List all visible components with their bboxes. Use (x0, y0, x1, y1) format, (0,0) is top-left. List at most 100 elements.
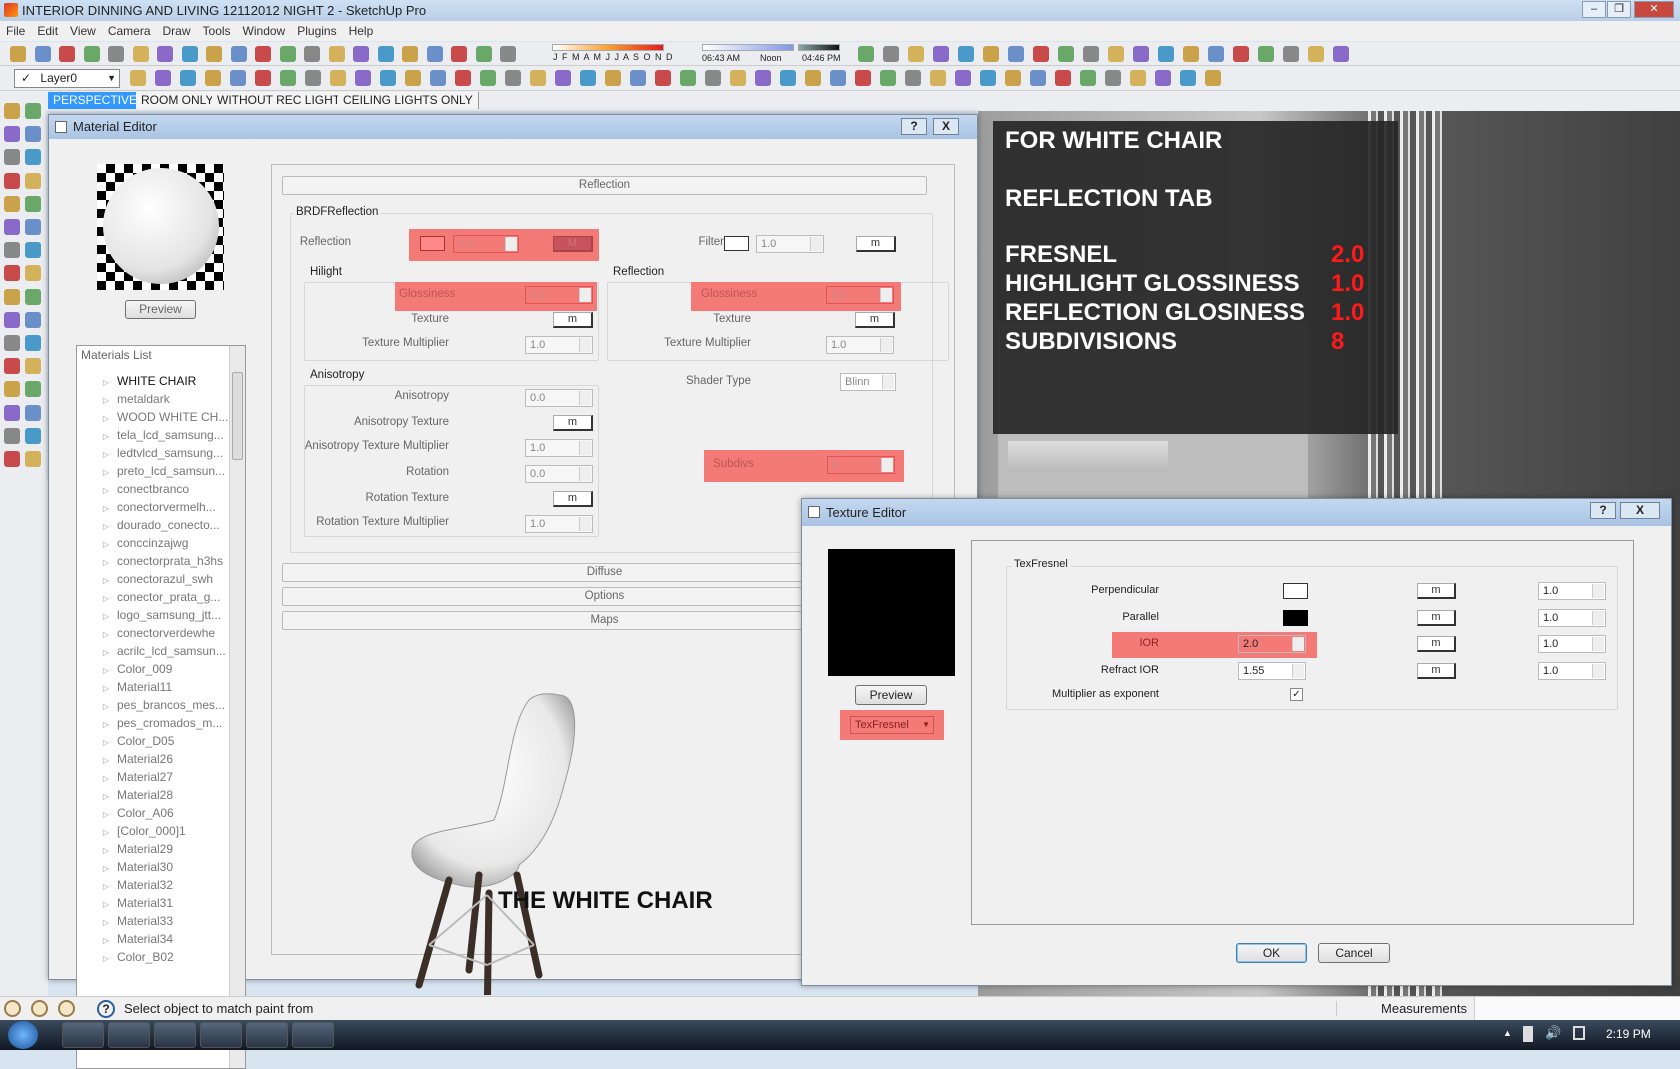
ies-icon[interactable] (1033, 46, 1049, 62)
menu-window[interactable]: Window (243, 24, 286, 38)
tool7-icon[interactable] (1105, 70, 1121, 86)
material-item[interactable]: ▷ logo_samsung_jtt... (97, 607, 221, 624)
material-item[interactable]: ▷ pes_cromados_m... (97, 715, 223, 733)
cancel-button[interactable]: Cancel (1318, 943, 1390, 963)
component-icon[interactable] (25, 103, 41, 119)
help-button[interactable]: ? (901, 118, 927, 135)
credits-icon[interactable] (31, 1000, 48, 1017)
layer-dropdown[interactable]: ✓ Layer0 ▼ (14, 69, 120, 88)
style3-icon[interactable] (505, 70, 521, 86)
time-slider[interactable] (702, 44, 794, 51)
start-button[interactable] (8, 1021, 38, 1049)
style7-icon[interactable] (605, 70, 621, 86)
menu-file[interactable]: File (6, 24, 25, 38)
hilight-glossiness-input[interactable]: 1.0 (525, 286, 593, 304)
param-map-button[interactable]: m (1417, 609, 1456, 626)
spot-light-icon[interactable] (1008, 46, 1024, 62)
expand-triangle-icon[interactable]: ▷ (97, 446, 117, 463)
iso-view-icon[interactable] (130, 70, 146, 86)
scene-tab[interactable]: ROOM ONLY (136, 92, 220, 109)
close-window-button[interactable]: ✕ (1634, 1, 1674, 18)
style6-icon[interactable] (580, 70, 596, 86)
material-item[interactable]: ▷ Color_B02 (97, 949, 174, 966)
volume-icon[interactable]: 🔊 (1545, 1025, 1561, 1041)
hilight-mult-input[interactable]: 1.0 (525, 336, 593, 354)
get-model-icon[interactable] (402, 46, 418, 62)
window-icon[interactable] (200, 1022, 242, 1048)
cut-icon[interactable] (83, 46, 100, 62)
chrome-icon[interactable] (108, 1022, 150, 1048)
section-plane-icon[interactable] (25, 451, 41, 467)
tool5-icon[interactable] (1055, 70, 1071, 86)
list-scrollbar[interactable] (229, 346, 245, 1068)
vray-help-icon[interactable] (908, 46, 924, 62)
material-item[interactable]: ▷ Material34 (97, 931, 173, 948)
offset-icon[interactable] (25, 265, 41, 282)
expand-triangle-icon[interactable]: ▷ (97, 536, 117, 553)
tape-icon[interactable] (4, 288, 20, 305)
dimension-icon[interactable] (25, 288, 41, 305)
expand-triangle-icon[interactable]: ▷ (97, 500, 117, 517)
rotation-texture-button[interactable]: m (553, 491, 593, 507)
circle-icon[interactable] (4, 172, 20, 189)
expand-triangle-icon[interactable]: ▷ (97, 626, 117, 643)
material-item[interactable]: ▷ Color_009 (97, 661, 173, 678)
network-icon[interactable] (1573, 1026, 1585, 1040)
monochrome-icon[interactable] (430, 70, 446, 86)
tool10-icon[interactable] (1180, 70, 1196, 86)
material-item[interactable]: ▷ Material30 (97, 859, 173, 876)
right-view-icon[interactable] (205, 70, 221, 86)
material-item[interactable]: ▷ conectorprata_h3hs (97, 553, 223, 570)
zoom-icon[interactable] (4, 381, 20, 398)
param-multiplier-input[interactable]: 1.0 (1538, 661, 1606, 680)
material-item[interactable]: ▷ [Color_000]1 (97, 823, 186, 840)
vray-options-icon[interactable] (883, 46, 899, 62)
sandbox-icon[interactable] (755, 70, 771, 86)
style4-icon[interactable] (530, 70, 546, 86)
person-icon[interactable] (1283, 46, 1299, 62)
tool3-icon[interactable] (1005, 70, 1021, 86)
textured-icon[interactable] (405, 70, 421, 86)
grid-icon[interactable] (905, 70, 921, 86)
expand-triangle-icon[interactable]: ▷ (97, 572, 117, 589)
expand-triangle-icon[interactable]: ▷ (97, 716, 117, 733)
help-icon[interactable]: ? (97, 1000, 115, 1018)
texture-preview-button[interactable]: Preview (855, 685, 927, 705)
expand-triangle-icon[interactable]: ▷ (97, 590, 117, 607)
expand-triangle-icon[interactable]: ▷ (97, 932, 117, 949)
tool1-icon[interactable] (955, 70, 971, 86)
fog-toggle-icon[interactable] (780, 70, 796, 86)
scene-tab[interactable]: CEILING LIGHTS ONLY (338, 92, 479, 109)
expand-triangle-icon[interactable]: ▷ (97, 518, 117, 535)
material-item[interactable]: ▷ conectorvermelh... (97, 499, 216, 516)
reflection-color-swatch[interactable] (420, 236, 445, 251)
material-item[interactable]: ▷ dourado_conecto... (97, 517, 220, 534)
style1-icon[interactable] (455, 70, 471, 86)
param-multiplier-input[interactable]: 1.0 (1538, 608, 1606, 627)
expand-triangle-icon[interactable]: ▷ (97, 698, 117, 715)
menu-view[interactable]: View (70, 24, 96, 38)
plugin-icon[interactable] (1183, 46, 1199, 62)
param-map-button[interactable]: m (1417, 636, 1456, 652)
preview-button[interactable]: Preview (125, 300, 196, 319)
proxy-icon[interactable] (1158, 46, 1174, 62)
menu-camera[interactable]: Camera (108, 24, 151, 38)
expand-triangle-icon[interactable]: ▷ (97, 608, 117, 625)
material-item[interactable]: ▷ Color_D05 (97, 733, 175, 750)
paint-bucket-icon[interactable] (4, 126, 20, 143)
expand-triangle-icon[interactable]: ▷ (97, 896, 117, 913)
reflection-glossiness-input[interactable]: 1.0 (826, 286, 894, 304)
vray-fb-icon[interactable] (933, 46, 949, 62)
expand-triangle-icon[interactable]: ▷ (97, 842, 117, 859)
explorer-icon[interactable] (62, 1022, 104, 1048)
copy-icon[interactable] (108, 46, 124, 62)
filter-color-swatch[interactable] (724, 236, 749, 251)
model-info-icon[interactable] (255, 46, 271, 62)
paste-icon[interactable] (132, 46, 149, 62)
expand-triangle-icon[interactable]: ▷ (97, 410, 117, 427)
multiplier-checkbox[interactable]: ✓ (1290, 688, 1303, 701)
section-icon[interactable] (655, 70, 671, 86)
axes-icon[interactable] (4, 335, 20, 351)
print-icon[interactable] (230, 46, 247, 62)
previous-icon[interactable] (25, 404, 41, 421)
